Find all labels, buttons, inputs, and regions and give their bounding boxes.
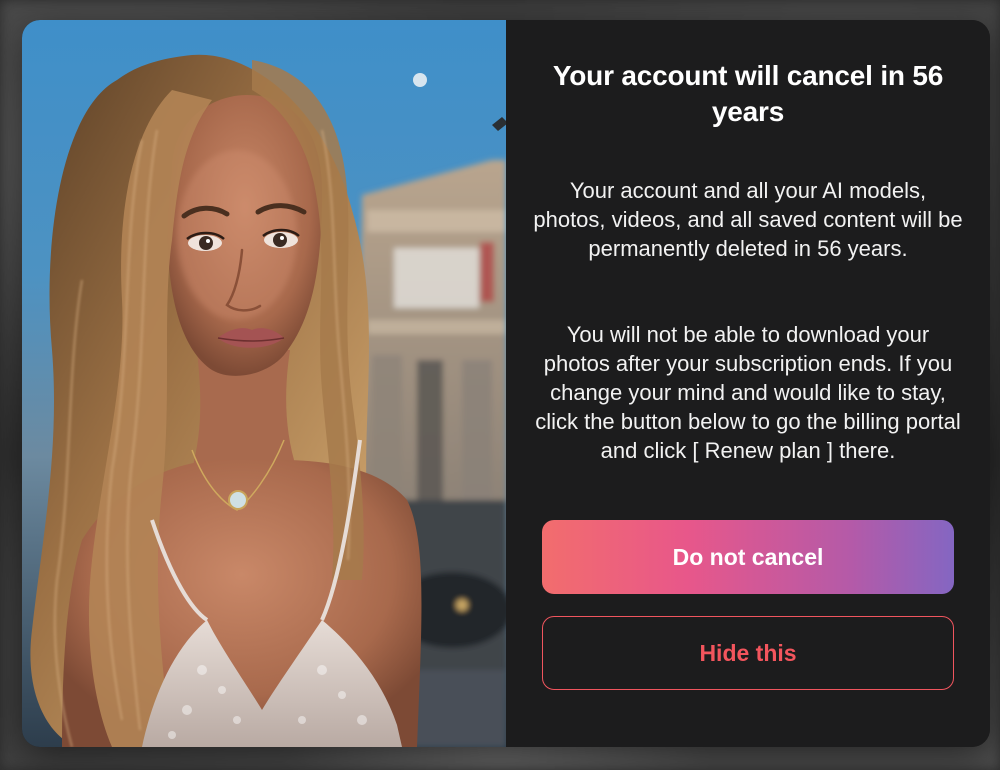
modal-title: Your account will cancel in 56 years <box>552 60 944 127</box>
cancel-account-modal: Your account will cancel in 56 years You… <box>22 20 990 747</box>
do-not-cancel-button[interactable]: Do not cancel <box>542 520 954 594</box>
renew-instructions-text: You will not be able to download your ph… <box>535 322 961 463</box>
portrait-photo-image <box>22 20 506 747</box>
cancel-content-panel: Your account will cancel in 56 years You… <box>506 20 990 747</box>
hide-this-button[interactable]: Hide this <box>542 616 954 690</box>
portrait-photo <box>22 20 506 747</box>
deletion-warning-text: Your account and all your AI models, pho… <box>533 178 963 261</box>
